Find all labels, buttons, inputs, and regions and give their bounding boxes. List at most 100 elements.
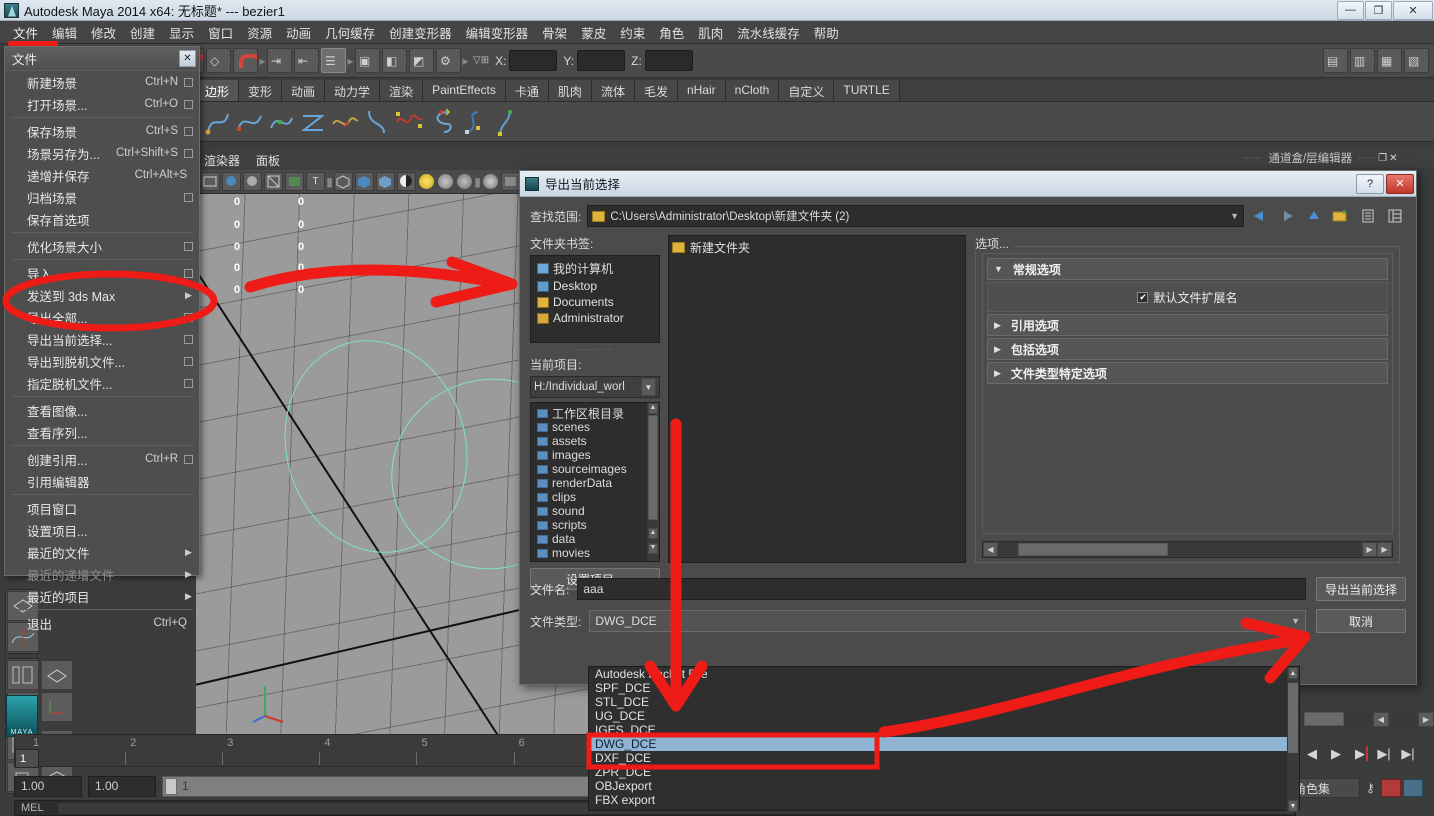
play-backwards-button[interactable]: ▶: [1324, 743, 1348, 765]
menu-item-11[interactable]: 骨架: [535, 21, 574, 44]
shadow-icon[interactable]: [483, 174, 498, 189]
step-back-button[interactable]: ◀: [1300, 743, 1324, 765]
curve-tool-icon[interactable]: [202, 106, 232, 138]
dialog-close-button[interactable]: ✕: [1386, 173, 1414, 194]
chevron-down-icon[interactable]: ▼: [641, 378, 656, 396]
project-folder-item-3[interactable]: images: [534, 448, 644, 462]
scroll-right-arrow-icon[interactable]: ▶: [1418, 711, 1434, 727]
file-menu-item-11[interactable]: 导入...: [5, 262, 199, 284]
viewport-menu-0[interactable]: 渲染器: [204, 152, 240, 169]
menu-item-15[interactable]: 肌肉: [691, 21, 730, 44]
light-grey2-icon[interactable]: [457, 174, 472, 189]
playback-start-time-field[interactable]: 1.00: [88, 775, 156, 797]
project-folder-item-2[interactable]: assets: [534, 434, 644, 448]
option-box-icon[interactable]: [184, 312, 193, 322]
option-box-icon[interactable]: [184, 77, 193, 87]
list-view-icon[interactable]: [1356, 205, 1379, 227]
file-menu-item-18[interactable]: 查看图像...: [5, 399, 199, 421]
viewport-render-icon[interactable]: [222, 172, 241, 191]
file-type-options-list[interactable]: Autodesk Packet File SPF_DCE STL_DCE UG_DCE…: [588, 666, 1300, 812]
file-menu-item-21[interactable]: 创建引用... Ctrl+R: [5, 448, 199, 470]
bookmarks-list[interactable]: 我的计算机 Desktop Documents Administrator: [530, 255, 660, 343]
file-menu-item-30[interactable]: 退出 Ctrl+Q: [5, 612, 199, 634]
show-outliner-button[interactable]: ▧: [1404, 48, 1429, 73]
option-box-icon[interactable]: [184, 99, 193, 109]
submenu-arrow-icon[interactable]: ▶: [184, 547, 193, 558]
close-button[interactable]: ✕: [1393, 0, 1433, 20]
forward-arrow-icon[interactable]: [1275, 205, 1298, 227]
project-folder-item-4[interactable]: sourceimages: [534, 462, 644, 476]
menu-item-8[interactable]: 几何缓存: [318, 21, 382, 44]
show-channel-box-button[interactable]: ▦: [1377, 48, 1402, 73]
y-input[interactable]: [577, 50, 626, 71]
shelf-tab-边形[interactable]: 边形: [196, 80, 240, 101]
project-folder-item-9[interactable]: data: [534, 532, 644, 546]
option-box-icon[interactable]: [184, 192, 193, 202]
shelf-tab-流体[interactable]: 流体: [591, 80, 635, 101]
input-connections-button[interactable]: ⇥: [267, 48, 292, 73]
file-menu-item-1[interactable]: 打开场景... Ctrl+O: [5, 93, 199, 115]
option-group-header-1[interactable]: ▶ 引用选项: [987, 314, 1388, 336]
bookmark-item-0[interactable]: 我的计算机: [534, 259, 656, 278]
option-box-icon[interactable]: [184, 241, 193, 251]
curve-editing-icon[interactable]: [362, 106, 392, 138]
menu-item-2[interactable]: 修改: [84, 21, 123, 44]
file-menu-panel[interactable]: 文件 ✕ 新建场景 Ctrl+N 打开场景... Ctrl+O 保存场景 Ctrl+S 场景…: [4, 46, 200, 632]
chevron-down-icon[interactable]: ▼: [1230, 211, 1239, 221]
scroll-up-arrow-icon-2[interactable]: ▲: [648, 528, 658, 539]
menu-item-6[interactable]: 资源: [240, 21, 279, 44]
project-folder-item-0[interactable]: 工作区根目录: [534, 406, 644, 421]
file-type-option-6[interactable]: DXF_DCE: [589, 751, 1299, 765]
option-box-icon[interactable]: [184, 378, 193, 388]
type-list-scrollbar[interactable]: ▲ ▼: [1287, 667, 1299, 812]
file-menu-item-3[interactable]: 保存场景 Ctrl+S: [5, 120, 199, 142]
viewport-texture-icon[interactable]: [285, 172, 304, 191]
scroll-right-arrow-icon[interactable]: ▶: [1362, 542, 1377, 557]
render-settings-button[interactable]: ⚙: [436, 48, 461, 73]
project-folder-item-10[interactable]: movies: [534, 546, 644, 560]
snap-live-button[interactable]: [233, 48, 258, 73]
file-menu-item-22[interactable]: 引用编辑器: [5, 470, 199, 492]
new-folder-icon[interactable]: [1329, 205, 1352, 227]
layout-axis-icon[interactable]: [41, 692, 73, 722]
select-camera-icon[interactable]: [201, 172, 220, 191]
file-menu-item-25[interactable]: 设置项目...: [5, 519, 199, 541]
key-icon[interactable]: ⚷: [1366, 781, 1375, 795]
scrollbar-thumb[interactable]: [1304, 712, 1344, 726]
scrollbar-thumb[interactable]: [1018, 543, 1168, 556]
options-horizontal-scrollbar[interactable]: ◀ ▶ ▶: [982, 541, 1393, 558]
file-type-option-8[interactable]: OBJexport: [589, 779, 1299, 793]
step-forward-button[interactable]: ▶|: [1372, 743, 1396, 765]
shelf-tab-动画[interactable]: 动画: [282, 80, 326, 101]
option-box-icon[interactable]: [184, 148, 193, 158]
file-menu-item-15[interactable]: 导出到脱机文件...: [5, 350, 199, 372]
export-selection-button[interactable]: 导出当前选择: [1316, 577, 1406, 601]
checkbox-icon[interactable]: ✔: [1137, 291, 1149, 303]
scroll-right-arrow-icon-2[interactable]: ▶: [1377, 542, 1392, 557]
file-browser-list[interactable]: 新建文件夹: [668, 235, 966, 563]
auto-keyframe-icon[interactable]: [1380, 779, 1401, 797]
panel-restore-icon[interactable]: ❐: [1378, 153, 1387, 164]
file-menu-item-4[interactable]: 场景另存为... Ctrl+Shift+S: [5, 142, 199, 164]
file-menu-item-19[interactable]: 查看序列...: [5, 421, 199, 443]
current-frame-indicator[interactable]: 1: [15, 749, 39, 768]
offset-curve-icon[interactable]: [426, 106, 456, 138]
scroll-up-arrow-icon[interactable]: ▲: [1288, 667, 1298, 679]
menu-item-14[interactable]: 角色: [652, 21, 691, 44]
shelf-tab-变形[interactable]: 变形: [239, 80, 283, 101]
bookmark-item-3[interactable]: Administrator: [534, 310, 656, 326]
file-menu-item-5[interactable]: 递增并保存 Ctrl+Alt+S: [5, 164, 199, 186]
layout-persp-icon[interactable]: [41, 660, 73, 690]
play-forwards-button[interactable]: ▶: [1348, 743, 1372, 765]
submenu-arrow-icon[interactable]: ▶: [184, 569, 193, 580]
chevron-down-icon[interactable]: ▼: [994, 264, 1003, 274]
detail-view-icon[interactable]: [1383, 205, 1406, 227]
bookmark-item-2[interactable]: Documents: [534, 294, 656, 310]
menu-item-7[interactable]: 动画: [279, 21, 318, 44]
submenu-arrow-icon[interactable]: ▶: [184, 591, 193, 602]
project-folder-item-5[interactable]: renderData: [534, 476, 644, 490]
layout-outliner-persp-icon[interactable]: [7, 660, 39, 690]
maximize-button[interactable]: ❐: [1365, 0, 1392, 20]
bottom-right-scrollbar[interactable]: ◀ ▶: [1300, 710, 1434, 728]
ipr-render-button[interactable]: ◩: [409, 48, 434, 73]
